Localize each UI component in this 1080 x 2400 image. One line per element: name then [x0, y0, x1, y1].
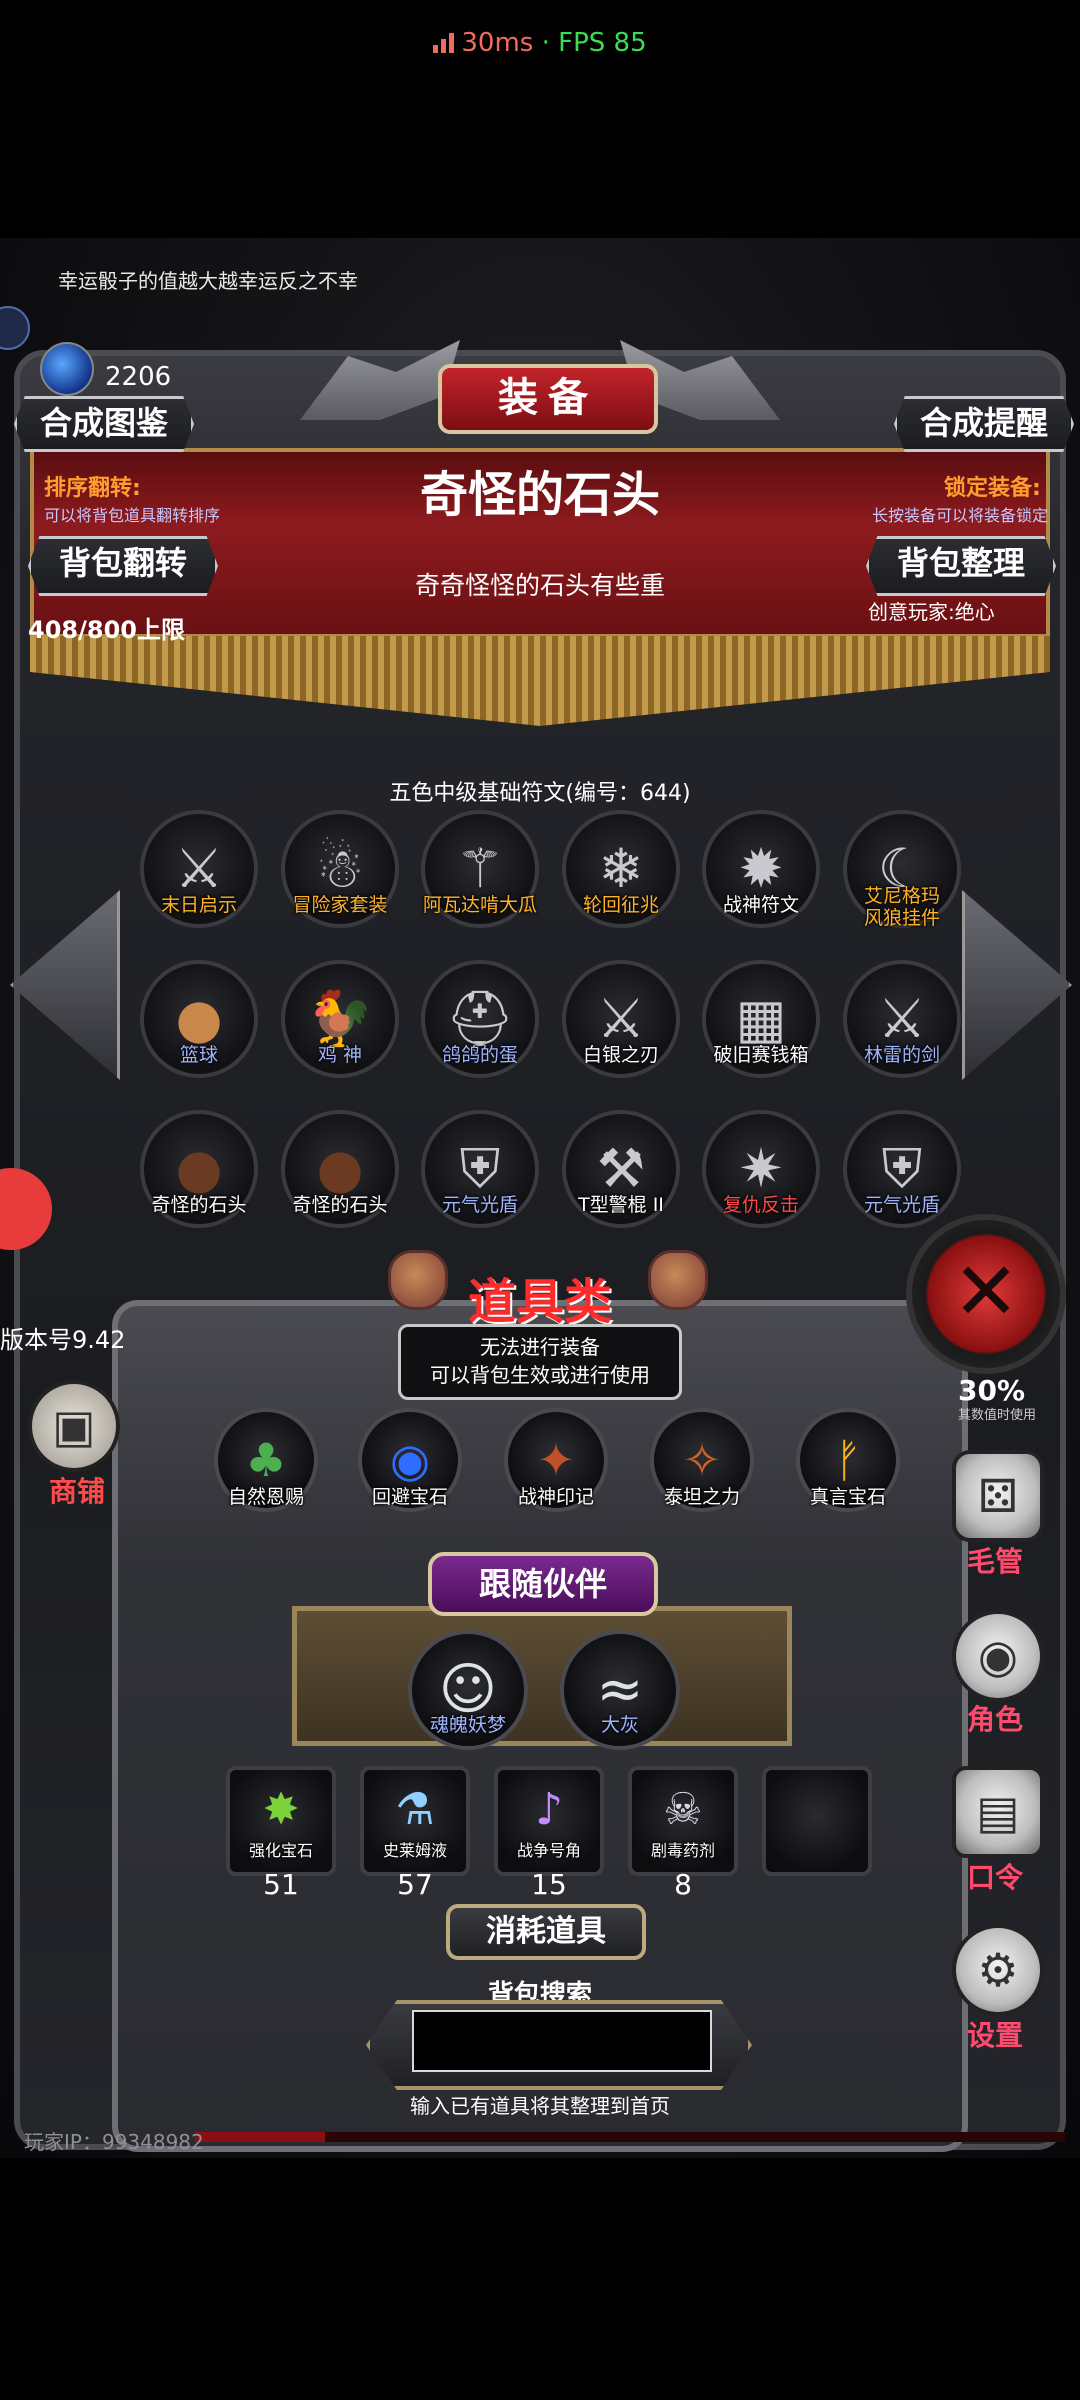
- shop-button-label[interactable]: 商铺: [32, 1470, 122, 1510]
- dice-percent-sub: 其数值时使用: [958, 1408, 1037, 1423]
- lock-equip-label: 锁定装备:: [944, 476, 1041, 501]
- separator: ·: [533, 28, 559, 58]
- tip-text: 幸运骰子的值越大越幸运反之不幸: [58, 269, 358, 293]
- sort-flip-desc: 可以将背包道具翻转排序: [44, 506, 221, 525]
- prop-label: 自然恩赐: [227, 1486, 304, 1508]
- companion-label: 大灰: [600, 1714, 639, 1736]
- inventory-slot-label: 复仇反击: [722, 1194, 799, 1216]
- synthesis-reminder-button[interactable]: 合成提醒: [894, 396, 1074, 452]
- consumable-count: 8: [674, 1868, 692, 1901]
- selected-item-name: 奇怪的石头: [419, 467, 660, 523]
- prop-label: 回避宝石: [371, 1486, 448, 1508]
- inventory-slot-label: 冒险家套装: [292, 894, 388, 916]
- inventory-slot-label: 轮回征兆: [582, 894, 659, 916]
- inventory-slot-label: 白银之刃: [582, 1044, 659, 1066]
- inventory-slot-label: 艾尼格玛 风狼挂件: [863, 885, 940, 929]
- consumable-count: 15: [531, 1868, 567, 1901]
- consumable-count: 57: [397, 1868, 433, 1901]
- progress-fill: [195, 2132, 325, 2142]
- companion-title: 跟随伙伴: [428, 1552, 658, 1616]
- consumable-label: 剧毒药剂: [650, 1841, 715, 1860]
- sort-flip-label: 排序翻转:: [44, 476, 141, 501]
- fps-text: FPS 85: [558, 28, 647, 58]
- inventory-slot-label: 奇怪的石头: [292, 1194, 388, 1216]
- consumables-title: 消耗道具: [446, 1904, 646, 1960]
- dice-percent: 30%: [958, 1374, 1026, 1407]
- inventory-slot-label: 鸡 神: [317, 1044, 363, 1066]
- green-gem-icon: ✸: [262, 1784, 300, 1835]
- creator-credit: 创意玩家:绝心: [868, 600, 995, 624]
- prop-label: 真言宝石: [809, 1486, 886, 1508]
- bag-arrange-button[interactable]: 背包整理: [866, 536, 1056, 596]
- recipe-book-button[interactable]: 合成图鉴: [14, 396, 194, 452]
- inventory-slot-label: 战神符文: [722, 894, 799, 916]
- settings-gear-icon[interactable]: ⚙: [952, 1924, 1044, 2016]
- close-icon[interactable]: ✕: [906, 1214, 1066, 1374]
- consumable-count: 51: [263, 1868, 299, 1901]
- grid-caption: 五色中级基础符文(编号：644): [389, 781, 691, 806]
- inventory-slot-label: 鸽鸽的蛋: [441, 1044, 518, 1066]
- manage-button-label[interactable]: 毛管: [950, 1540, 1040, 1580]
- gem-count: 2206: [105, 362, 172, 392]
- ping-text: 30ms: [461, 28, 534, 58]
- inventory-slot-label: 阿瓦达啃大瓜: [422, 894, 537, 916]
- lock-equip-desc: 长按装备可以将装备锁定: [872, 506, 1049, 525]
- props-info-box: 无法进行装备 可以背包生效或进行使用: [398, 1324, 682, 1400]
- progress-track: [195, 2132, 1065, 2142]
- inventory-slot-label: T型警棍 II: [578, 1194, 664, 1216]
- companion-label: 魂魄妖梦: [429, 1714, 506, 1736]
- bottom-bar: [0, 2158, 1080, 2400]
- network-status: 30ms · FPS 85: [0, 28, 1080, 58]
- role-button-label[interactable]: 角色: [950, 1698, 1040, 1738]
- inventory-slot-label: 林雷的剑: [863, 1044, 940, 1066]
- inventory-slot-label: 元气光盾: [863, 1194, 940, 1216]
- props-info-line2: 可以背包生效或进行使用: [430, 1363, 650, 1387]
- shop-icon[interactable]: ▣: [28, 1380, 120, 1472]
- props-info-line1: 无法进行装备: [480, 1335, 600, 1359]
- inventory-slot-label: 篮球: [179, 1044, 218, 1066]
- command-scroll-icon[interactable]: ▤: [952, 1766, 1044, 1858]
- inventory-slot-label: 奇怪的石头: [151, 1194, 247, 1216]
- blue-crystal-icon: [40, 342, 94, 396]
- inventory-slot-label: 元气光盾: [441, 1194, 518, 1216]
- page-title: 装备: [438, 364, 658, 434]
- bag-capacity: 408/800上限: [28, 616, 185, 644]
- poison-icon: ☠: [663, 1784, 703, 1835]
- role-icon[interactable]: ◉: [952, 1610, 1044, 1702]
- potion-icon: ⚗: [395, 1784, 435, 1835]
- horn-icon: ♪: [534, 1784, 564, 1835]
- prop-label: 泰坦之力: [663, 1486, 740, 1508]
- dice-icon[interactable]: ⚄: [952, 1450, 1044, 1542]
- player-ip: 玩家IP：99348982: [24, 2130, 204, 2154]
- empty-consumable-slot[interactable]: [762, 1766, 872, 1876]
- settings-button-label[interactable]: 设置: [950, 2014, 1040, 2054]
- bag-flip-button[interactable]: 背包翻转: [28, 536, 218, 596]
- props-title: 道具类: [467, 1274, 612, 1330]
- selected-item-description: 奇奇怪怪的石头有些重: [414, 571, 665, 600]
- signal-icon: [433, 33, 455, 53]
- version-label: 版本号9.42: [0, 1326, 126, 1354]
- inventory-slot-label: 破旧赛钱箱: [713, 1044, 809, 1066]
- search-hint: 输入已有道具将其整理到首页: [410, 2094, 670, 2118]
- bag-search-input[interactable]: [412, 2010, 712, 2072]
- prop-label: 战神印记: [517, 1486, 594, 1508]
- inventory-slot-label: 末日启示: [160, 894, 237, 916]
- command-button-label[interactable]: 口令: [950, 1856, 1040, 1896]
